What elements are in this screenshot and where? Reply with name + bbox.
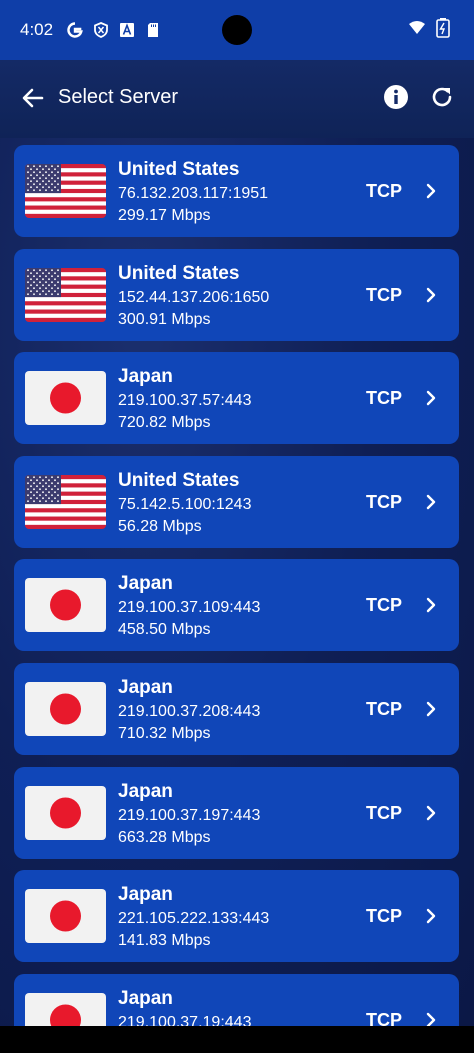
server-speed: 299.17 Mbps [118,207,211,224]
server-card[interactable]: United States 75.142.5.100:1243 56.28 Mbps… [14,455,459,548]
server-address: 219.100.37.197:443 [118,806,261,824]
japan-flag-icon [25,992,106,1026]
japan-flag-icon [25,682,106,736]
server-address: 219.100.37.57:443 [118,392,252,410]
server-country: Japan [118,366,173,388]
sd-card-icon [148,23,159,37]
server-address: 76.132.203.117:1951 [118,185,269,202]
server-flag [25,785,106,840]
info-icon[interactable] [383,84,409,110]
app-header: Select Server [0,60,474,138]
wifi-icon [409,21,425,34]
server-flag [25,578,106,633]
server-address: 75.142.5.100:1243 [118,495,252,513]
server-card[interactable]: United States 76.132.203.117:1951 299.17 M… [14,145,459,237]
server-card[interactable]: Japan 219.100.37.208:443 710.32 Mbps TCP [14,663,459,755]
server-card[interactable]: Japan 219.100.37.19:443 TCP [14,973,459,1026]
status-icons-right [408,18,450,38]
server-speed: 56.28 Mbps [118,517,202,535]
chevron-right-icon [426,805,436,820]
server-speed: 710.32 Mbps [118,725,211,742]
server-card[interactable]: Japan 221.105.222.133:443 141.83 Mbps TCP [14,870,459,963]
system-bottom-bar [0,1026,474,1053]
server-speed: 720.82 Mbps [118,414,211,432]
server-country: United States [118,469,240,491]
server-address: 219.100.37.19:443 [118,1013,252,1026]
server-protocol: TCP [366,181,402,201]
server-flag [25,889,106,944]
server-speed: 141.83 Mbps [118,932,211,950]
shield-icon [94,22,108,38]
server-speed: 300.91 Mbps [118,310,211,328]
server-address: 152.44.137.206:1650 [118,288,270,306]
server-flag [25,682,106,736]
server-protocol: TCP [366,595,402,616]
a-icon [120,23,135,37]
server-country: United States [118,159,240,180]
back-arrow-icon[interactable] [20,85,46,111]
server-protocol: TCP [366,388,402,409]
server-address: 219.100.37.109:443 [118,599,261,617]
server-card[interactable]: Japan 219.100.37.109:443 458.50 Mbps TCP [14,559,459,652]
server-country: Japan [118,573,173,595]
chevron-right-icon [426,1012,436,1026]
chevron-right-icon [426,390,436,406]
us-flag-icon [25,474,106,529]
server-country: Japan [118,677,173,698]
chevron-right-icon [426,908,436,924]
server-flag [25,164,106,218]
server-country: Japan [118,884,173,906]
camera-cutout [222,15,252,45]
server-country: Japan [118,780,173,802]
server-flag [25,371,106,426]
status-icons-left [67,22,161,38]
refresh-icon[interactable] [429,84,455,110]
server-protocol: TCP [366,906,402,927]
status-time: 4:02 [20,20,54,39]
server-address: 221.105.222.133:443 [118,910,270,928]
status-bar: 4:02 [0,0,474,60]
chevron-right-icon [426,183,436,199]
japan-flag-icon [25,371,106,426]
server-flag [25,474,106,529]
us-flag-icon [25,164,106,218]
japan-flag-icon [25,578,106,633]
server-card[interactable]: Japan 219.100.37.57:443 720.82 Mbps TCP [14,352,459,445]
japan-flag-icon [25,889,106,944]
server-country: Japan [118,987,173,1009]
server-flag [25,267,106,322]
server-card[interactable]: Japan 219.100.37.197:443 663.28 Mbps TCP [14,766,459,859]
google-icon [67,22,83,38]
server-address: 219.100.37.208:443 [118,703,261,720]
server-speed: 458.50 Mbps [118,621,211,639]
us-flag-icon [25,267,106,322]
chevron-right-icon [426,701,436,717]
battery-icon [436,18,450,38]
server-protocol: TCP [366,491,402,512]
chevron-right-icon [426,598,436,613]
server-country: United States [118,262,240,284]
server-protocol: TCP [366,1009,402,1026]
japan-flag-icon [25,785,106,840]
chevron-right-icon [426,494,436,509]
server-list[interactable]: United States 76.132.203.117:1951 299.17 M… [0,138,474,1026]
server-protocol: TCP [366,699,402,719]
server-flag [25,992,106,1026]
chevron-right-icon [426,287,436,302]
page-title: Select Server [58,86,179,108]
server-speed: 663.28 Mbps [118,828,211,846]
server-card[interactable]: United States 152.44.137.206:1650 300.91 M… [14,248,459,341]
server-protocol: TCP [366,802,402,823]
server-protocol: TCP [366,284,402,305]
